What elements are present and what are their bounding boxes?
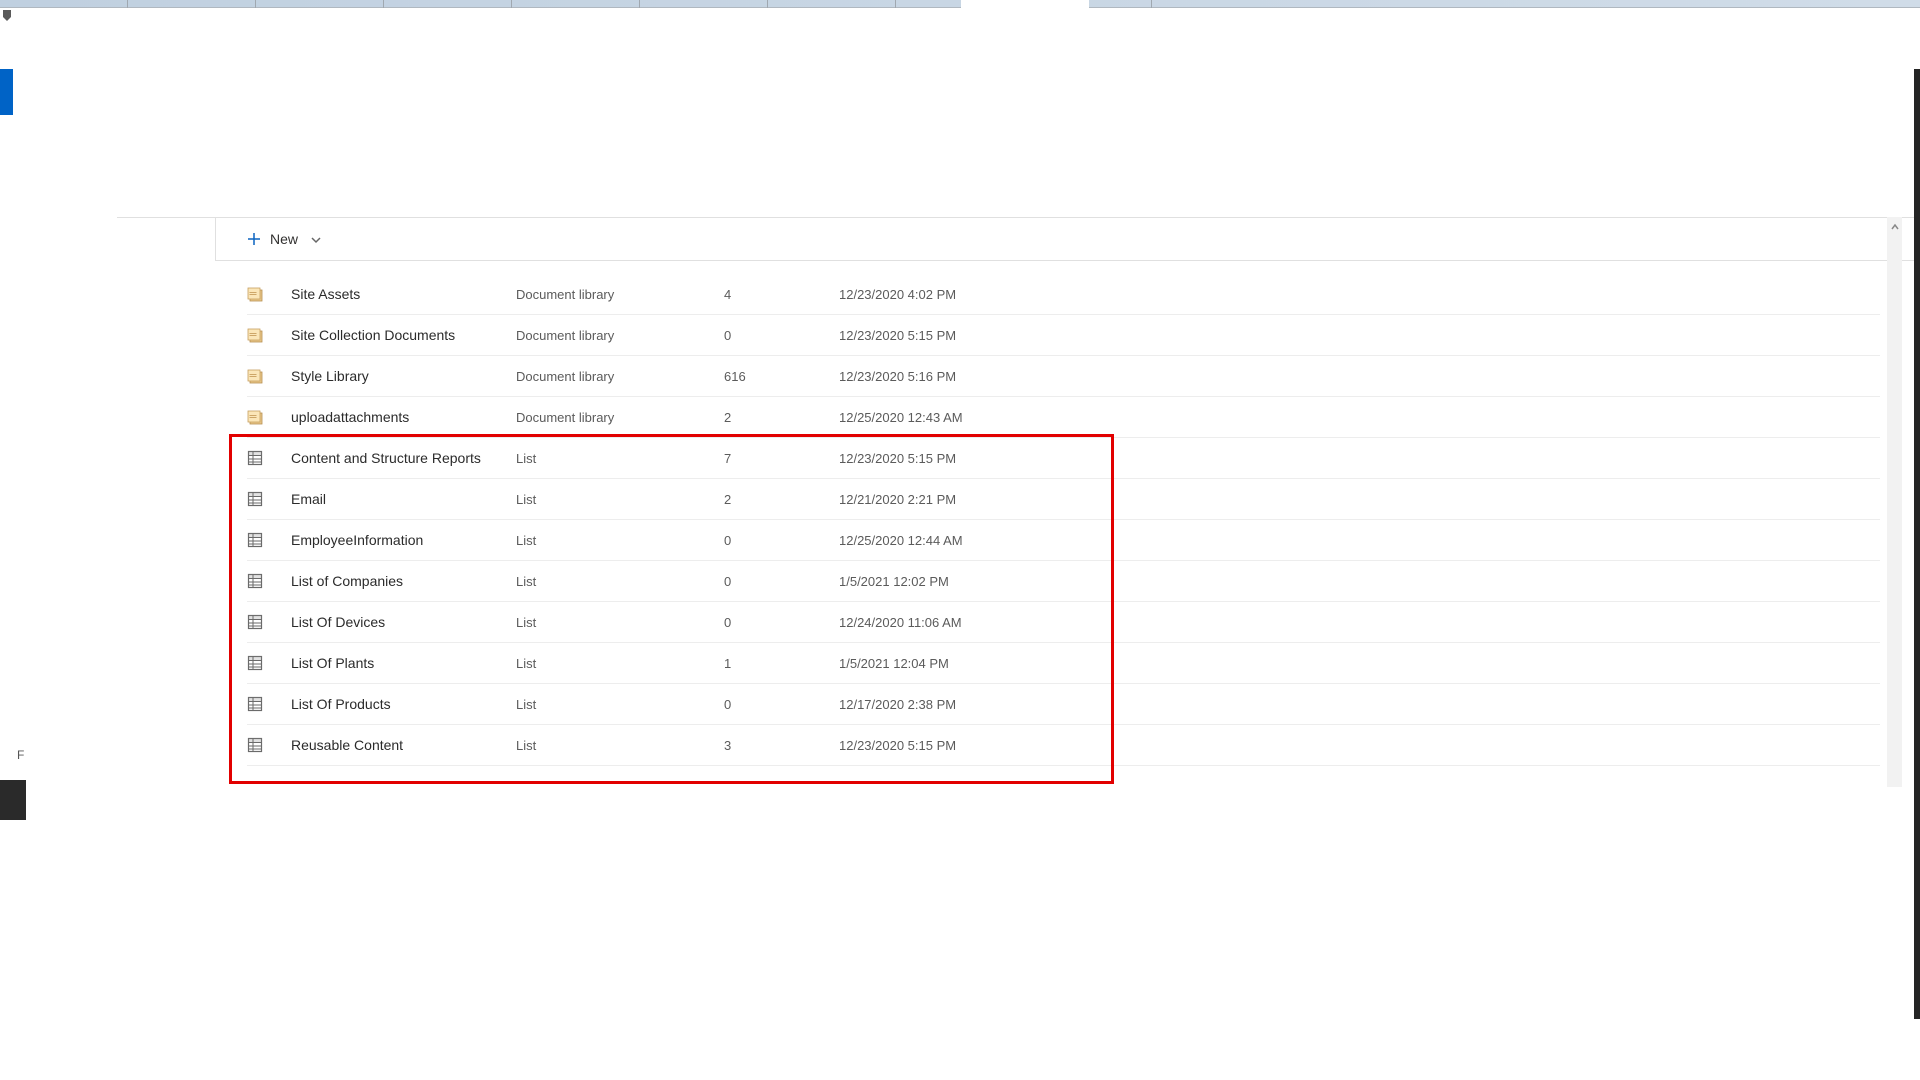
- table-row[interactable]: List Of DevicesList012/24/2020 11:06 AM: [247, 602, 1880, 643]
- item-type: List: [516, 574, 724, 589]
- list-icon: [247, 655, 291, 671]
- item-type: List: [516, 533, 724, 548]
- table-row[interactable]: Content and Structure ReportsList712/23/…: [247, 438, 1880, 479]
- item-count: 0: [724, 574, 839, 589]
- item-name[interactable]: List of Companies: [291, 573, 516, 589]
- item-type: List: [516, 738, 724, 753]
- item-modified: 12/25/2020 12:44 AM: [839, 533, 1409, 548]
- item-modified: 12/23/2020 5:15 PM: [839, 328, 1409, 343]
- browser-tab[interactable]: [128, 0, 256, 8]
- list-icon: [247, 696, 291, 712]
- sidebar-letter: F: [17, 748, 24, 762]
- chevron-down-icon: [310, 233, 322, 245]
- new-button[interactable]: New: [246, 231, 322, 247]
- item-name[interactable]: List Of Plants: [291, 655, 516, 671]
- item-count: 0: [724, 328, 839, 343]
- browser-tab[interactable]: [512, 0, 640, 8]
- item-name[interactable]: List Of Devices: [291, 614, 516, 630]
- table-row[interactable]: Site Collection DocumentsDocument librar…: [247, 315, 1880, 356]
- scroll-up-icon[interactable]: [1887, 217, 1902, 237]
- item-modified: 12/24/2020 11:06 AM: [839, 615, 1409, 630]
- item-type: Document library: [516, 369, 724, 384]
- document-library-icon: [247, 408, 291, 426]
- item-count: 2: [724, 410, 839, 425]
- browser-tab[interactable]: [640, 0, 768, 8]
- table-row[interactable]: EmployeeInformationList012/25/2020 12:44…: [247, 520, 1880, 561]
- table-row[interactable]: uploadattachmentsDocument library212/25/…: [247, 397, 1880, 438]
- list-icon: [247, 614, 291, 630]
- browser-tab[interactable]: [384, 0, 512, 8]
- item-name[interactable]: List Of Products: [291, 696, 516, 712]
- list-icon: [247, 737, 291, 753]
- item-name[interactable]: Style Library: [291, 368, 516, 384]
- table-row[interactable]: List of CompaniesList01/5/2021 12:02 PM: [247, 561, 1880, 602]
- item-name[interactable]: Reusable Content: [291, 737, 516, 753]
- item-name[interactable]: Site Assets: [291, 286, 516, 302]
- item-type: List: [516, 697, 724, 712]
- table-row[interactable]: List Of PlantsList11/5/2021 12:04 PM: [247, 643, 1880, 684]
- item-modified: 12/21/2020 2:21 PM: [839, 492, 1409, 507]
- item-count: 2: [724, 492, 839, 507]
- table-row[interactable]: Site AssetsDocument library412/23/2020 4…: [247, 274, 1880, 315]
- item-name[interactable]: uploadattachments: [291, 409, 516, 425]
- left-app-rail: [0, 69, 13, 1019]
- browser-tab[interactable]: [256, 0, 384, 8]
- left-app-rail-active[interactable]: [0, 69, 13, 115]
- item-count: 0: [724, 697, 839, 712]
- browser-tab-bar: [0, 0, 1920, 8]
- item-count: 0: [724, 533, 839, 548]
- item-name[interactable]: Site Collection Documents: [291, 327, 516, 343]
- item-modified: 1/5/2021 12:04 PM: [839, 656, 1409, 671]
- left-sidebar-spacer: [117, 217, 216, 261]
- item-name[interactable]: Email: [291, 491, 516, 507]
- scrollbar[interactable]: [1887, 217, 1902, 787]
- document-library-icon: [247, 367, 291, 385]
- pin-icon[interactable]: [0, 8, 16, 24]
- item-type: List: [516, 451, 724, 466]
- browser-tab[interactable]: [768, 0, 896, 8]
- item-modified: 12/17/2020 2:38 PM: [839, 697, 1409, 712]
- item-type: List: [516, 615, 724, 630]
- item-count: 1: [724, 656, 839, 671]
- item-name[interactable]: EmployeeInformation: [291, 532, 516, 548]
- list-icon: [247, 573, 291, 589]
- item-modified: 1/5/2021 12:02 PM: [839, 574, 1409, 589]
- document-library-icon: [247, 285, 291, 303]
- item-modified: 12/25/2020 12:43 AM: [839, 410, 1409, 425]
- document-library-icon: [247, 326, 291, 344]
- table-row[interactable]: Style LibraryDocument library61612/23/20…: [247, 356, 1880, 397]
- item-name[interactable]: Content and Structure Reports: [291, 450, 516, 466]
- site-contents-table: Site AssetsDocument library412/23/2020 4…: [247, 274, 1880, 766]
- list-icon: [247, 532, 291, 548]
- item-type: Document library: [516, 410, 724, 425]
- list-icon: [247, 491, 291, 507]
- item-type: List: [516, 656, 724, 671]
- item-count: 3: [724, 738, 839, 753]
- item-type: Document library: [516, 287, 724, 302]
- item-count: 4: [724, 287, 839, 302]
- item-type: Document library: [516, 328, 724, 343]
- new-button-label: New: [270, 231, 298, 247]
- browser-tab[interactable]: [0, 0, 128, 8]
- item-modified: 12/23/2020 4:02 PM: [839, 287, 1409, 302]
- table-row[interactable]: List Of ProductsList012/17/2020 2:38 PM: [247, 684, 1880, 725]
- table-row[interactable]: Reusable ContentList312/23/2020 5:15 PM: [247, 725, 1880, 766]
- plus-icon: [246, 231, 262, 247]
- sidebar-dark-block: [0, 780, 26, 820]
- active-tab-indicator: [961, 0, 1089, 8]
- right-edge: [1914, 69, 1920, 1019]
- table-row[interactable]: EmailList212/21/2020 2:21 PM: [247, 479, 1880, 520]
- item-count: 7: [724, 451, 839, 466]
- item-count: 616: [724, 369, 839, 384]
- item-modified: 12/23/2020 5:16 PM: [839, 369, 1409, 384]
- item-modified: 12/23/2020 5:15 PM: [839, 451, 1409, 466]
- list-icon: [247, 450, 291, 466]
- command-bar: New: [216, 217, 1920, 261]
- item-modified: 12/23/2020 5:15 PM: [839, 738, 1409, 753]
- item-count: 0: [724, 615, 839, 630]
- item-type: List: [516, 492, 724, 507]
